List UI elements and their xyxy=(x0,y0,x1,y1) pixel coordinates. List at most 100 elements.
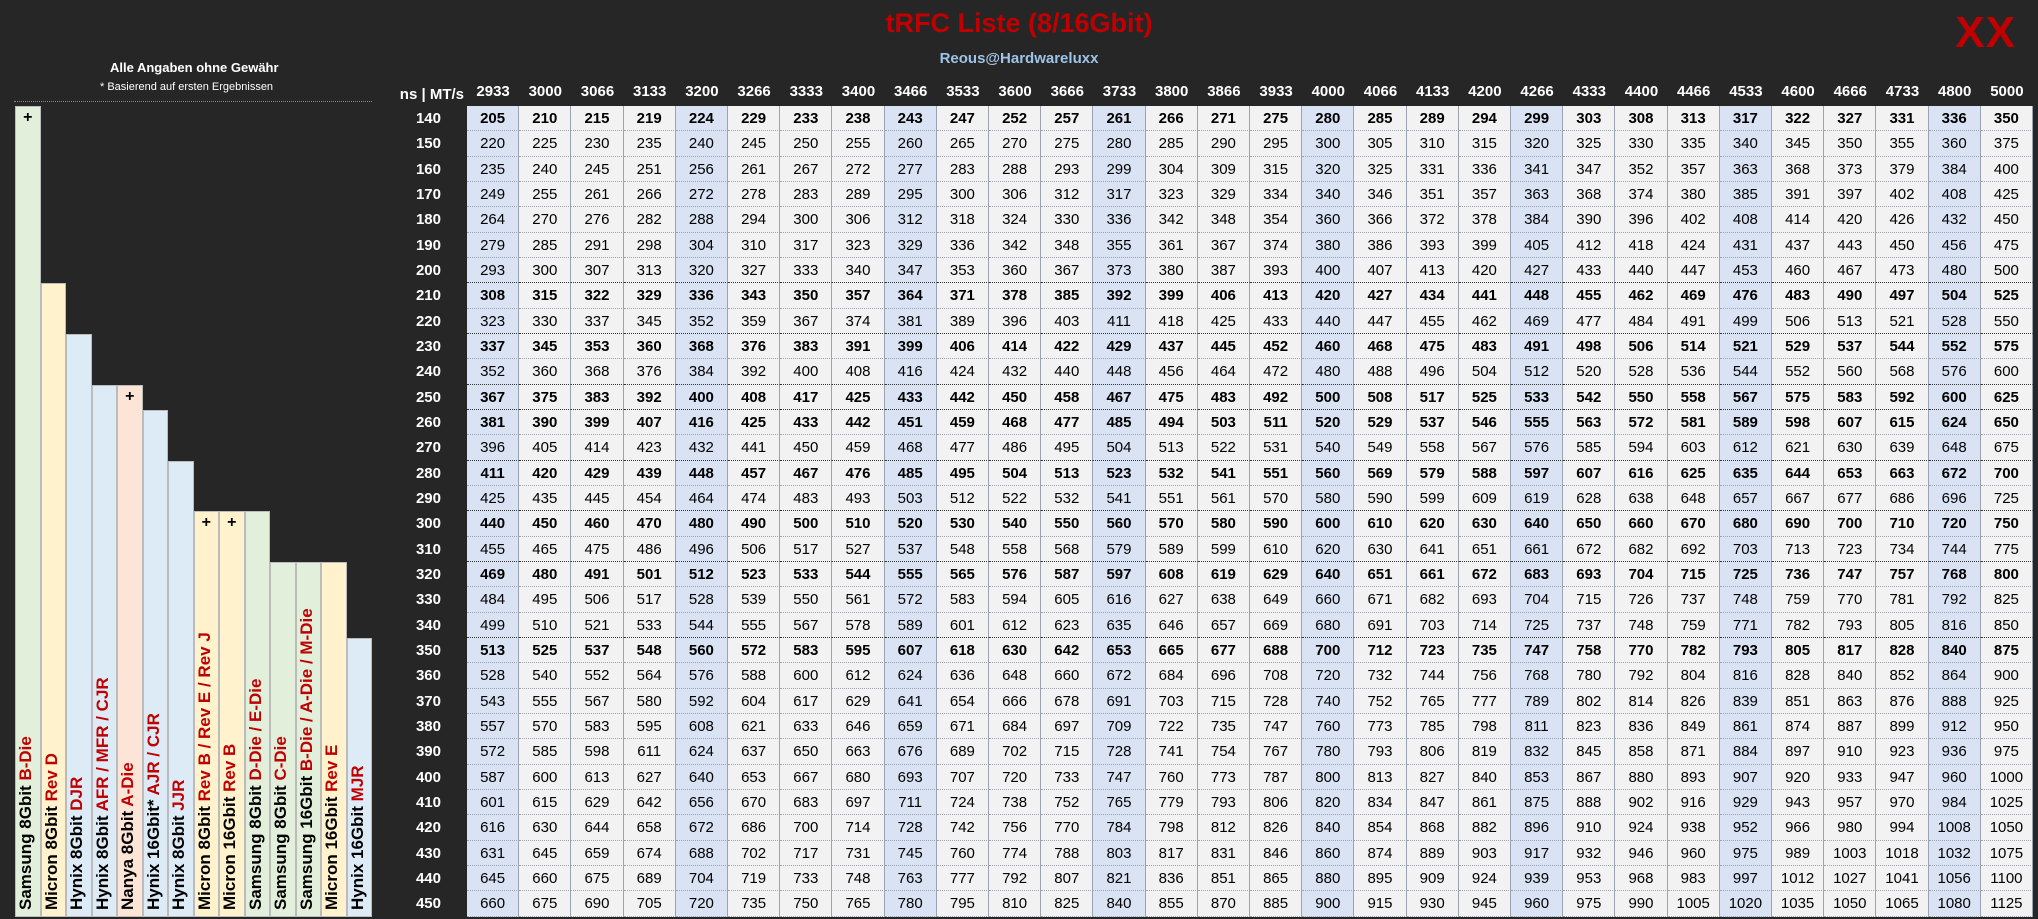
table-cell: 330 xyxy=(519,308,572,334)
table-cell: 629 xyxy=(832,688,885,714)
table-cell: 460 xyxy=(1302,333,1355,360)
die-bar: Hynix 16Gbit* AJR / CJR xyxy=(142,409,168,917)
table-cell: 468 xyxy=(989,409,1042,436)
table-cell: 513 xyxy=(1041,460,1094,486)
table-cell: 840 xyxy=(1093,891,1146,917)
column-header-4533: 4533 xyxy=(1729,83,1763,100)
die-vendor: Samsung xyxy=(271,833,290,910)
table-cell: 460 xyxy=(571,511,624,537)
table-cell: 923 xyxy=(1876,739,1929,765)
table-cell: 414 xyxy=(989,333,1042,360)
table-cell: 544 xyxy=(1719,359,1772,385)
table-cell: 271 xyxy=(1197,106,1250,132)
table-cell: 555 xyxy=(884,561,937,588)
table-cell: 380 xyxy=(1667,181,1720,208)
table-cell: 285 xyxy=(1354,106,1407,132)
row-label-390: 390 xyxy=(415,743,441,761)
table-cell: 261 xyxy=(1093,106,1146,132)
table-cell: 464 xyxy=(1197,359,1250,385)
table-cell: 558 xyxy=(989,536,1042,562)
table-cell: 441 xyxy=(728,435,781,461)
column-header-4000: 4000 xyxy=(1311,83,1345,100)
table-cell: 288 xyxy=(989,156,1042,182)
table-cell: 483 xyxy=(780,485,833,512)
table-cell: 250 xyxy=(780,131,833,157)
table-cell: 219 xyxy=(623,106,676,132)
table-cell: 660 xyxy=(467,891,520,917)
table-cell: 504 xyxy=(1093,435,1146,461)
die-name: Rev E xyxy=(322,744,341,792)
table-cell: 323 xyxy=(1145,181,1198,208)
table-cell: 452 xyxy=(1250,333,1303,360)
table-cell: 523 xyxy=(728,561,781,588)
table-cell: 960 xyxy=(1667,840,1720,866)
table-cell: 400 xyxy=(1302,257,1355,284)
table-cell: 406 xyxy=(1197,283,1250,309)
table-cell: 740 xyxy=(1302,688,1355,714)
table-cell: 633 xyxy=(780,713,833,740)
table-cell: 550 xyxy=(780,587,833,613)
table-cell: 367 xyxy=(1041,257,1094,284)
table-cell: 642 xyxy=(1041,637,1094,664)
table-cell: 711 xyxy=(884,789,937,816)
table-cell: 506 xyxy=(1772,308,1825,334)
table-cell: 500 xyxy=(1980,257,2033,284)
column-header-3133: 3133 xyxy=(633,83,667,100)
table-cell: 308 xyxy=(1615,106,1668,132)
die-capacity: 16Gbit xyxy=(296,775,316,829)
die-vendor: Nanya xyxy=(118,858,137,910)
table-cell: 629 xyxy=(1250,561,1303,588)
table-cell: 638 xyxy=(1197,587,1250,613)
table-cell: 450 xyxy=(989,384,1042,410)
table-cell: 607 xyxy=(1824,409,1877,436)
table-cell: 300 xyxy=(780,207,833,233)
die-bar: Hynix 8Gbit JJR xyxy=(168,460,194,917)
table-cell: 549 xyxy=(1354,435,1407,461)
table-cell: 654 xyxy=(936,688,989,714)
table-cell: 915 xyxy=(1354,891,1407,917)
table-cell: 770 xyxy=(1041,815,1094,841)
table-cell: 805 xyxy=(1876,612,1929,638)
table-cell: 793 xyxy=(1824,612,1877,638)
table-cell: 630 xyxy=(1824,435,1877,461)
table-cell: 318 xyxy=(936,207,989,233)
die-name: B-Die xyxy=(16,735,35,781)
table-cell: 437 xyxy=(1145,333,1198,360)
table-cell: 357 xyxy=(1458,181,1511,208)
column-header-3400: 3400 xyxy=(841,83,876,100)
table-cell: 720 xyxy=(1928,511,1981,537)
row-label-260: 260 xyxy=(415,413,441,431)
table-cell: 912 xyxy=(1928,713,1981,740)
table-cell: 320 xyxy=(1302,156,1355,182)
table-cell: 514 xyxy=(1667,333,1720,360)
table-cell: 550 xyxy=(1980,308,2033,334)
table-cell: 391 xyxy=(832,333,885,360)
table-cell: 840 xyxy=(1824,663,1877,689)
table-cell: 342 xyxy=(989,232,1042,258)
table-cell: 341 xyxy=(1511,156,1564,182)
table-cell: 836 xyxy=(1615,713,1668,740)
table-cell: 457 xyxy=(728,460,781,486)
table-cell: 624 xyxy=(675,739,728,765)
table-cell: 683 xyxy=(780,789,833,816)
table-cell: 309 xyxy=(1197,156,1250,182)
table-cell: 656 xyxy=(675,789,728,816)
table-cell: 392 xyxy=(728,359,781,385)
table-cell: 378 xyxy=(989,283,1042,309)
table-cell: 567 xyxy=(1719,384,1772,410)
plus-icon: + xyxy=(125,387,135,405)
die-vendor: Hynix xyxy=(169,863,188,910)
table-cell: 768 xyxy=(1928,561,1981,588)
table-cell: 625 xyxy=(1980,384,2033,410)
table-cell: 820 xyxy=(1302,789,1355,816)
table-cell: 512 xyxy=(936,485,989,512)
table-cell: 1035 xyxy=(1772,891,1825,917)
table-cell: 715 xyxy=(1667,561,1720,588)
table-cell: 752 xyxy=(1041,789,1094,816)
table-cell: 420 xyxy=(1824,207,1877,233)
table-cell: 819 xyxy=(1458,739,1511,765)
table-cell: 560 xyxy=(1302,460,1355,486)
table-cell: 555 xyxy=(1511,409,1564,436)
table-cell: 295 xyxy=(1250,131,1303,157)
table-cell: 875 xyxy=(1980,637,2033,664)
